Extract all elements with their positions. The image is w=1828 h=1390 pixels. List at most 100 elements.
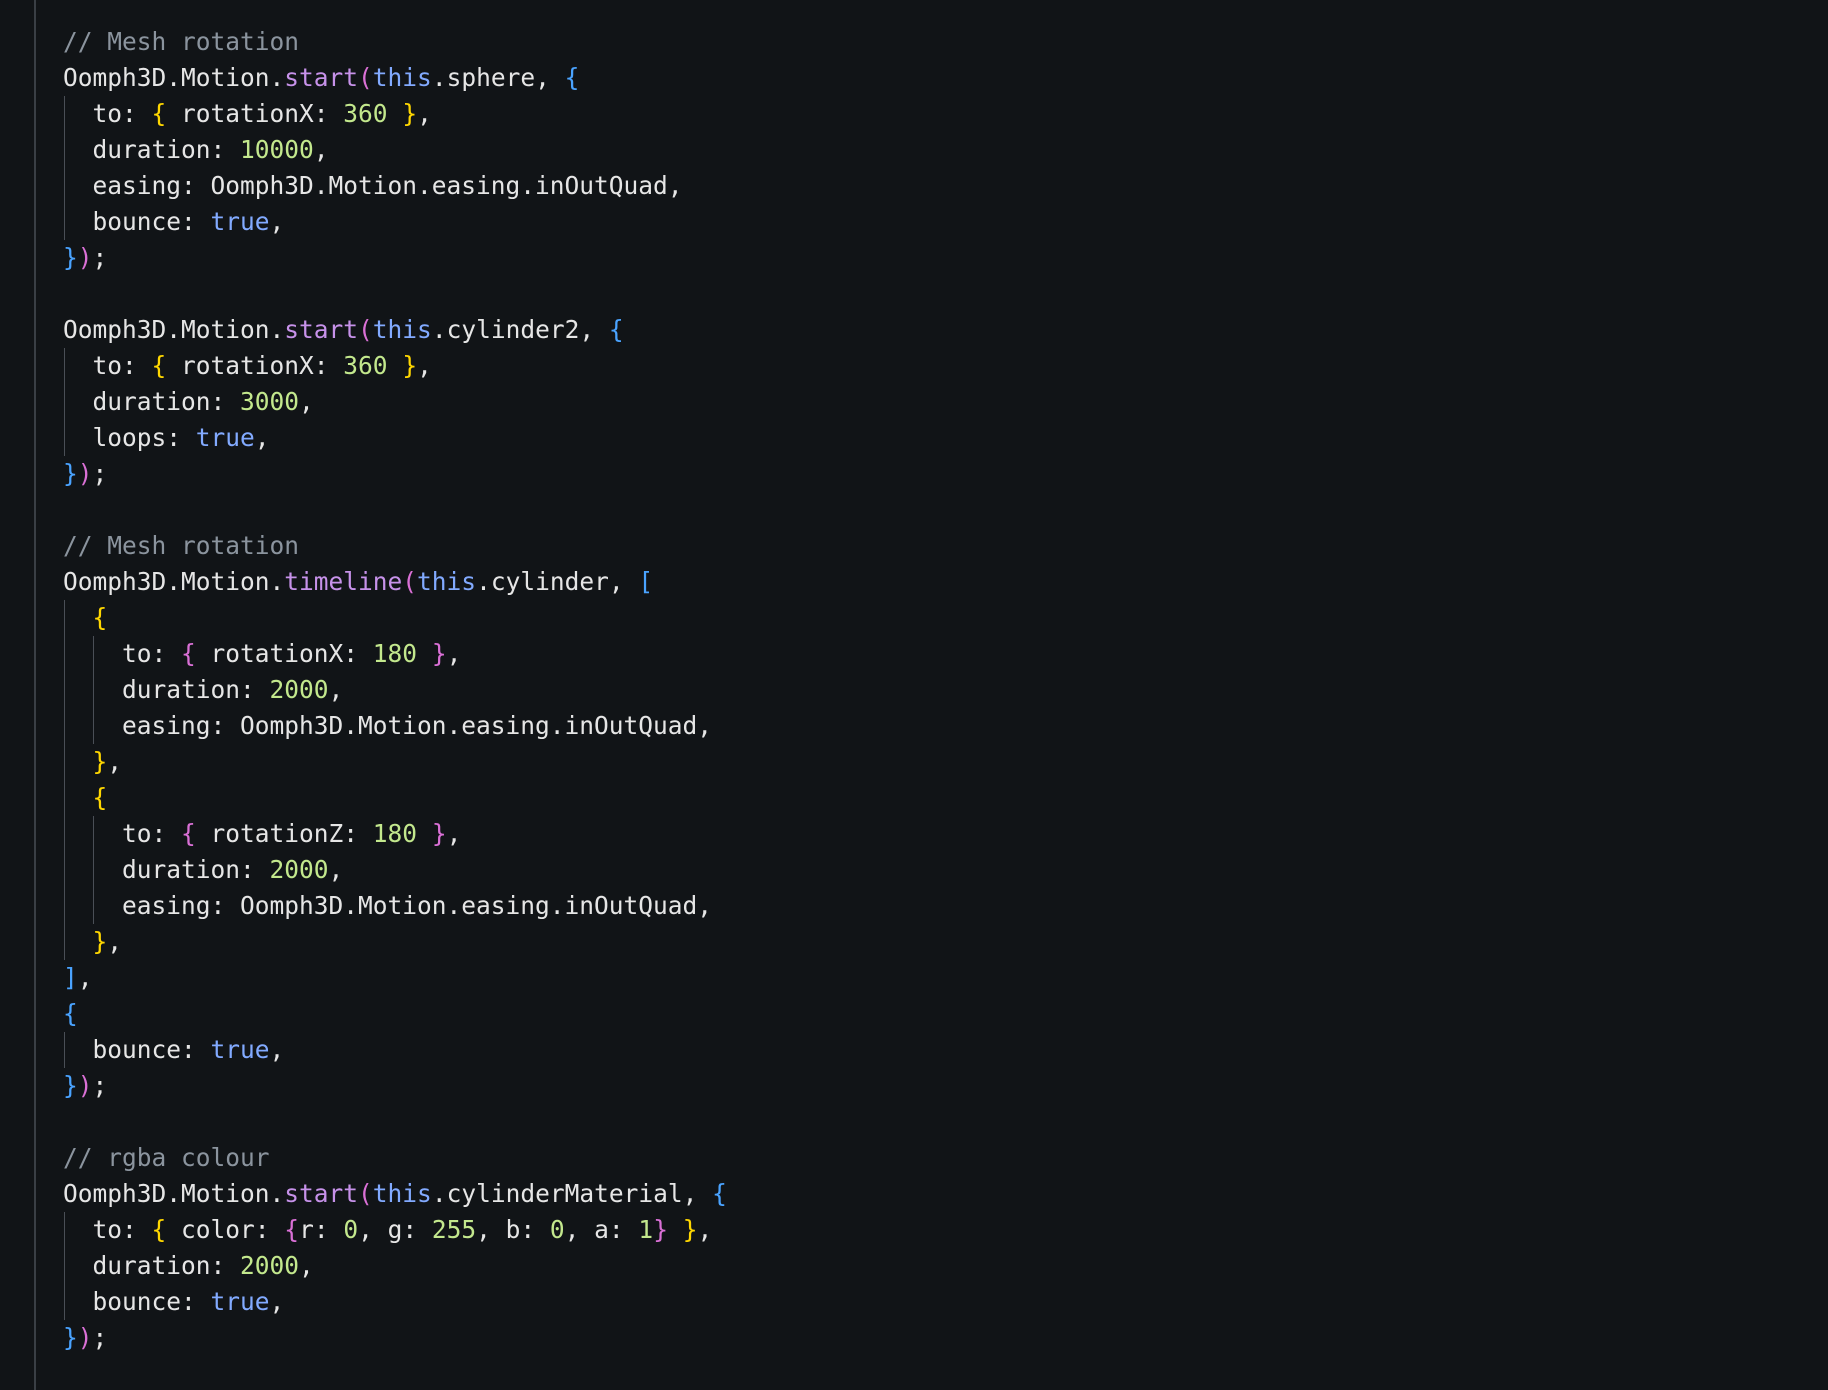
code-token: }: [431, 819, 447, 848]
code-token: ,: [446, 819, 462, 848]
code-token: rotationX:: [195, 639, 373, 668]
code-line[interactable]: to: { rotationX: 180 },: [63, 636, 727, 672]
code-line[interactable]: easing: Oomph3D.Motion.easing.inOutQuad,: [63, 168, 727, 204]
code-line[interactable]: {: [63, 780, 727, 816]
code-line[interactable]: to: { rotationX: 360 },: [63, 96, 727, 132]
code-line[interactable]: bounce: true,: [63, 1284, 727, 1320]
code-token: ,: [107, 747, 123, 776]
code-token: duration:: [63, 135, 241, 164]
code-token: }: [92, 927, 108, 956]
code-token: .cylinder,: [476, 567, 639, 596]
code-line[interactable]: to: { rotationX: 360 },: [63, 348, 727, 384]
code-editor[interactable]: // Mesh rotation Oomph3D.Motion.start(thi…: [0, 0, 1828, 1390]
code-token: ,: [417, 99, 432, 128]
code-line[interactable]: Oomph3D.Motion.start(this.cylinderMateri…: [63, 1176, 727, 1212]
code-line[interactable]: ],: [63, 960, 727, 996]
code-line[interactable]: });: [63, 240, 727, 276]
code-token: to:: [63, 639, 182, 668]
code-line[interactable]: {: [63, 996, 727, 1032]
code-token: bounce:: [63, 1035, 211, 1064]
code-token: (: [402, 567, 418, 596]
code-token: 2000: [269, 675, 329, 704]
code-token: (: [358, 1179, 373, 1208]
code-area[interactable]: // Mesh rotation Oomph3D.Motion.start(thi…: [63, 24, 727, 1356]
code-line[interactable]: [63, 276, 727, 312]
code-line[interactable]: duration: 2000,: [63, 852, 727, 888]
code-token: {: [181, 639, 196, 668]
code-token: timeline: [284, 567, 403, 596]
code-token: Oomph3D.Motion.: [63, 63, 285, 92]
code-line[interactable]: Oomph3D.Motion.start(this.cylinder2, {: [63, 312, 727, 348]
indent-guide: [64, 1248, 65, 1284]
indent-guide: [93, 708, 94, 744]
code-line[interactable]: [63, 492, 727, 528]
code-line[interactable]: to: { color: {r: 0, g: 255, b: 0, a: 1} …: [63, 1212, 727, 1248]
code-token: 255: [431, 1215, 477, 1244]
code-token: [: [638, 567, 654, 596]
code-line[interactable]: // Mesh rotation: [63, 24, 727, 60]
code-token: rotationX:: [166, 351, 344, 380]
indent-guide: [64, 132, 65, 168]
indent-guide: [64, 96, 65, 132]
code-token: start: [284, 1179, 359, 1208]
code-line[interactable]: to: { rotationZ: 180 },: [63, 816, 727, 852]
code-line[interactable]: });: [63, 1068, 727, 1104]
code-token: // rgba colour: [63, 1143, 270, 1172]
code-line[interactable]: easing: Oomph3D.Motion.easing.inOutQuad,: [63, 888, 727, 924]
indent-guide: [93, 852, 94, 888]
code-line[interactable]: });: [63, 1320, 727, 1356]
code-token: {: [92, 783, 108, 812]
code-token: 360: [343, 99, 388, 128]
code-line[interactable]: Oomph3D.Motion.start(this.sphere, {: [63, 60, 727, 96]
code-line[interactable]: {: [63, 600, 727, 636]
indent-guide: [64, 816, 65, 852]
code-line[interactable]: duration: 3000,: [63, 384, 727, 420]
code-line[interactable]: bounce: true,: [63, 1032, 727, 1068]
code-token: ,: [328, 855, 344, 884]
code-token: }: [682, 1215, 698, 1244]
indent-guide: [93, 888, 94, 924]
code-token: to:: [63, 1215, 152, 1244]
indent-guide: [64, 636, 65, 672]
code-line[interactable]: // Mesh rotation: [63, 528, 727, 564]
code-token: bounce:: [63, 207, 211, 236]
code-line[interactable]: easing: Oomph3D.Motion.easing.inOutQuad,: [63, 708, 727, 744]
code-line[interactable]: });: [63, 456, 727, 492]
code-token: start: [284, 63, 359, 92]
indent-guide: [64, 888, 65, 924]
code-line[interactable]: Oomph3D.Motion.timeline(this.cylinder, [: [63, 564, 727, 600]
code-token: .cylinderMaterial,: [431, 1179, 713, 1208]
code-line[interactable]: duration: 2000,: [63, 1248, 727, 1284]
code-line[interactable]: },: [63, 744, 727, 780]
code-token: {: [92, 603, 108, 632]
code-token: color:: [166, 1215, 285, 1244]
code-token: ,: [417, 351, 432, 380]
code-line[interactable]: },: [63, 924, 727, 960]
indent-guide: [64, 924, 65, 960]
indent-guide: [64, 600, 65, 636]
code-token: 180: [372, 819, 418, 848]
code-token: // Mesh rotation: [63, 531, 300, 560]
code-token: this: [372, 1179, 432, 1208]
code-line[interactable]: [63, 1104, 727, 1140]
code-line[interactable]: bounce: true,: [63, 204, 727, 240]
code-token: ,: [328, 675, 344, 704]
code-line[interactable]: // rgba colour: [63, 1140, 727, 1176]
code-token: .sphere,: [431, 63, 565, 92]
code-token: 3000: [240, 387, 300, 416]
code-token: 2000: [269, 855, 329, 884]
code-token: bounce:: [63, 1287, 211, 1316]
code-token: rotationZ:: [195, 819, 373, 848]
code-line[interactable]: duration: 2000,: [63, 672, 727, 708]
code-token: }: [653, 1215, 668, 1244]
code-token: 10000: [240, 135, 314, 164]
indent-guide: [64, 780, 65, 816]
code-line[interactable]: duration: 10000,: [63, 132, 727, 168]
code-token: rotationX:: [166, 99, 344, 128]
code-token: }: [63, 1323, 78, 1352]
indent-guide: [64, 384, 65, 420]
code-line[interactable]: loops: true,: [63, 420, 727, 456]
code-token: true: [210, 207, 270, 236]
